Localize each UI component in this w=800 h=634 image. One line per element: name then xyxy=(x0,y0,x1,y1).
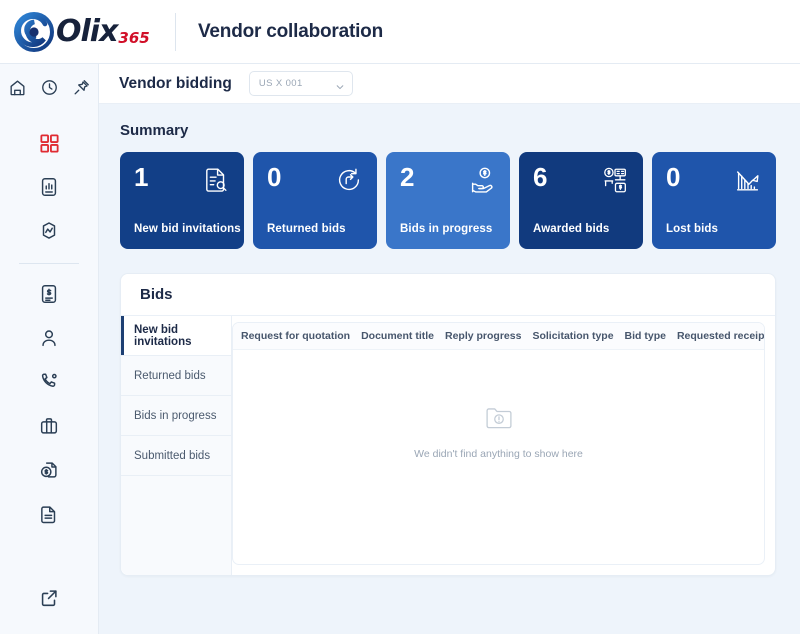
bids-grid-body: We didn't find anything to show here xyxy=(233,350,764,564)
declining-chart-icon xyxy=(733,165,763,200)
tab-label: Submitted bids xyxy=(134,449,211,462)
header-divider xyxy=(175,12,176,51)
summary-card-bids-in-progress[interactable]: 2 Bids in progress xyxy=(386,152,510,249)
return-arrow-icon xyxy=(334,165,364,200)
app-title: Vendor collaboration xyxy=(198,20,383,42)
summary-card-lost-bids[interactable]: 0 Lost bids xyxy=(652,152,776,249)
bids-panel: Bids New bid invitations Returned bids B… xyxy=(120,273,776,576)
rail-quick-actions xyxy=(8,78,91,97)
sidebar-item-contacts[interactable] xyxy=(27,316,71,360)
tab-label: Bids in progress xyxy=(134,409,217,422)
summary-title: Summary xyxy=(120,122,189,139)
sidebar-item-payments[interactable] xyxy=(27,448,71,492)
tab-bids-in-progress[interactable]: Bids in progress xyxy=(121,396,231,436)
summary-card-label: Returned bids xyxy=(267,223,346,235)
column-header-requested-receipt-date[interactable]: Requested receipt date xyxy=(677,330,764,342)
tab-submitted-bids[interactable]: Submitted bids xyxy=(121,436,231,476)
rail-divider xyxy=(19,263,79,264)
summary-card-new-bid-invitations[interactable]: 1 New bid invitations xyxy=(120,152,244,249)
sidebar-item-procurement[interactable] xyxy=(27,404,71,448)
open-external-button[interactable] xyxy=(27,576,71,620)
bids-grid-header-row: Request for quotation Document title Rep… xyxy=(233,323,764,350)
chevron-down-icon xyxy=(335,79,345,89)
summary-card-label: New bid invitations xyxy=(134,223,241,235)
bids-grid-container: Request for quotation Document title Rep… xyxy=(232,316,775,575)
main-content-area: Vendor bidding US X 001 Summary 1 New bi… xyxy=(99,64,800,634)
briefcase-icon xyxy=(38,415,60,437)
bids-panel-title: Bids xyxy=(140,286,173,303)
left-navigation-rail xyxy=(0,64,99,634)
logo-suffix: 365 xyxy=(118,28,150,47)
column-header-document-title[interactable]: Document title xyxy=(361,330,434,342)
summary-cards: 1 New bid invitations 0 Returned bids 2 … xyxy=(120,152,776,249)
page-title: Vendor bidding xyxy=(119,74,232,92)
olix-swirl-icon xyxy=(14,11,54,52)
document-icon xyxy=(38,503,60,525)
external-link-icon xyxy=(38,587,60,609)
award-contract-icon xyxy=(600,165,630,200)
folder-alert-icon xyxy=(482,400,516,439)
company-select-value: US X 001 xyxy=(258,78,303,89)
summary-card-awarded-bids[interactable]: 6 Awarded bids xyxy=(519,152,643,249)
brand-logo[interactable]: Olix 365 xyxy=(0,11,165,52)
sidebar-item-reports[interactable] xyxy=(27,165,71,209)
logo-wordmark: Olix xyxy=(56,13,118,49)
tab-label: New bid invitations xyxy=(134,323,192,348)
clock-icon[interactable] xyxy=(40,78,59,97)
activity-icon xyxy=(38,220,60,242)
tab-new-bid-invitations[interactable]: New bid invitations xyxy=(121,316,231,356)
column-header-solicitation-type[interactable]: Solicitation type xyxy=(532,330,613,342)
rail-secondary-nav xyxy=(0,272,98,536)
tab-returned-bids[interactable]: Returned bids xyxy=(121,356,231,396)
pin-icon[interactable] xyxy=(72,78,91,97)
bids-grid: Request for quotation Document title Rep… xyxy=(232,322,765,565)
bids-panel-header: Bids xyxy=(121,274,775,316)
sidebar-item-documents[interactable] xyxy=(27,492,71,536)
bids-tab-list: New bid invitations Returned bids Bids i… xyxy=(121,316,232,575)
money-document-icon xyxy=(38,459,60,481)
column-header-reply-progress[interactable]: Reply progress xyxy=(445,330,521,342)
sidebar-item-modules[interactable] xyxy=(27,121,71,165)
sidebar-item-calls[interactable] xyxy=(27,360,71,404)
page-content: Summary 1 New bid invitations 0 Returned… xyxy=(99,104,800,576)
sidebar-item-activity[interactable] xyxy=(27,209,71,253)
top-header-bar: Olix 365 Vendor collaboration xyxy=(0,0,800,64)
home-icon[interactable] xyxy=(8,78,27,97)
empty-state-message: We didn't find anything to show here xyxy=(414,447,583,460)
summary-card-label: Lost bids xyxy=(666,223,719,235)
tab-label: Returned bids xyxy=(134,369,206,382)
column-header-request-for-quotation[interactable]: Request for quotation xyxy=(241,330,350,342)
column-header-bid-type[interactable]: Bid type xyxy=(625,330,666,342)
phone-icon xyxy=(38,371,60,393)
summary-card-label: Bids in progress xyxy=(400,223,493,235)
sidebar-item-invoices[interactable] xyxy=(27,272,71,316)
grid-icon xyxy=(38,132,61,155)
hand-money-icon xyxy=(467,165,497,200)
summary-card-label: Awarded bids xyxy=(533,223,610,235)
summary-card-returned-bids[interactable]: 0 Returned bids xyxy=(253,152,377,249)
page-header: Vendor bidding US X 001 xyxy=(99,64,800,104)
report-document-icon xyxy=(38,176,60,198)
document-search-icon xyxy=(201,165,231,200)
person-icon xyxy=(38,327,60,349)
invoice-icon xyxy=(38,283,60,305)
company-select[interactable]: US X 001 xyxy=(248,71,353,96)
rail-primary-nav xyxy=(0,121,98,253)
bids-panel-body: New bid invitations Returned bids Bids i… xyxy=(121,316,775,575)
